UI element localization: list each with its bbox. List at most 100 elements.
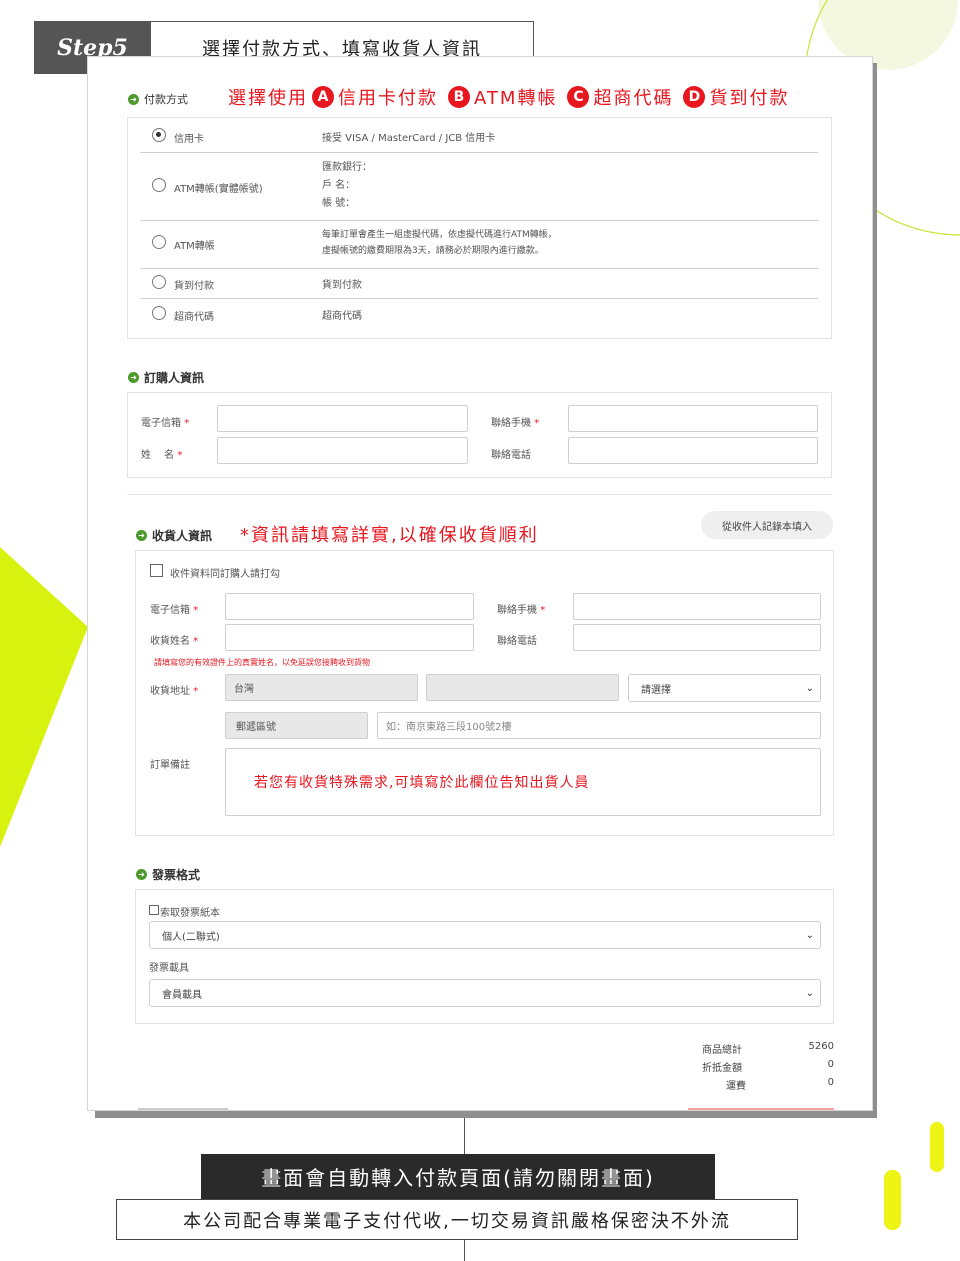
cutoff-total-fragment [688,1108,834,1110]
buyer-email-label: 電子信箱 * [141,418,190,429]
divider [140,152,818,153]
note-prefix: 選擇使用 [228,88,308,109]
option-desc: 貨到付款 [322,280,362,291]
receiver-name-input[interactable] [225,624,474,651]
chevron-down-icon: ⌄ [805,683,814,694]
radio-credit-card[interactable] [152,128,166,142]
summary-value: 0 [827,1077,834,1088]
zip-code-field[interactable]: 郵遞區號 [225,712,368,739]
payment-option-atm-real[interactable]: ATM轉帳(實體帳號) 匯款銀行： 戶 名： 帳 號： [140,159,818,219]
payment-section-title: ➜ 付款方式 [128,91,188,107]
invoice-carrier-select[interactable]: 會員載具 ⌄ [149,979,821,1007]
paper-invoice-checkbox[interactable] [149,905,159,915]
option-desc: 接受 VISA / MasterCard / JCB 信用卡 [322,133,496,144]
district-select-value: 請選擇 [641,684,671,696]
receiver-title-text: 收貨人資訊 [152,529,213,543]
decor-pill-top [930,1122,944,1172]
option-label: ATM轉帳(實體帳號) [174,184,263,195]
option-desc: 超商代碼 [322,311,362,322]
city-field[interactable] [426,674,619,701]
buyer-name-input[interactable] [217,437,468,464]
receiver-phone-input[interactable] [573,624,821,651]
arrow-right-icon: ➜ [128,93,139,105]
invoice-type-value: 個人(二聯式) [162,931,220,943]
payment-option-atm-virtual[interactable]: ATM轉帳 每筆訂單會產生一組虛擬代碼，依虛擬代碼進行ATM轉帳， 虛擬帳號的繳… [140,227,818,267]
payment-option-credit[interactable]: 信用卡 接受 VISA / MasterCard / JCB 信用卡 [140,127,818,153]
payment-title-text: 付款方式 [144,93,188,106]
summary-label: 商品總計 [702,1045,742,1056]
payment-option-cod[interactable]: 貨到付款 貨到付款 [140,275,818,299]
divider [140,298,818,299]
cutoff-text-fragment [138,1108,228,1110]
badge-d-icon: D [683,86,706,108]
order-remark-textarea[interactable]: 若您有收貨特殊需求,可填寫於此欄位告知出貨人員 [225,748,821,816]
paper-invoice-label: 索取發票紙本 [160,908,220,919]
security-notice: 本公司配合專業電子支付代收,一切交易資訊嚴格保密決不外流 [116,1199,798,1240]
summary-label: 折抵金額 [702,1063,742,1074]
connector-line-top [464,1118,465,1154]
radio-atm-real[interactable] [152,178,166,192]
remark-note: 若您有收貨特殊需求,可填寫於此欄位告知出貨人員 [254,775,590,791]
option-label: 貨到付款 [174,281,214,292]
country-field[interactable]: 台灣 [225,674,418,701]
arrow-right-icon: ➜ [128,372,139,383]
divider [140,268,818,269]
checkout-screenshot: ➜ 付款方式 信用卡 接受 VISA / MasterCard / JCB 信用… [87,56,873,1111]
arrow-right-icon: ➜ [136,530,147,541]
connector-line-bottom [464,1240,465,1261]
note-atm: ATM轉帳 [474,88,558,109]
note-cod: 貨到付款 [709,88,790,109]
order-remark-label: 訂單備註 [150,760,190,771]
invoice-section-title: ➜ 發票格式 [136,866,200,883]
note-cvs: 超商代碼 [593,88,674,109]
receiver-note: *資訊請填寫詳實,以確保收貨順利 [240,525,539,546]
option-label: ATM轉帳 [174,241,215,252]
summary-value: 0 [827,1059,834,1070]
receiver-address-label: 收貨地址 * [150,686,199,697]
receiver-mobile-label: 聯絡手機 * [497,605,546,616]
invoice-type-select[interactable]: 個人(二聯式) ⌄ [149,921,821,949]
receiver-name-label: 收貨姓名 * [150,636,199,647]
invoice-carrier-value: 會員載具 [162,989,202,1001]
summary-label: 運費 [726,1081,746,1092]
receiver-email-label: 電子信箱 * [150,605,199,616]
chevron-down-icon: ⌄ [805,988,814,999]
receiver-email-input[interactable] [225,593,474,620]
buyer-phone-label: 聯絡電話 [491,450,531,461]
invoice-carrier-label: 發票載具 [149,963,189,974]
option-desc-line: 帳 號： [322,198,356,209]
radio-cash-on-delivery[interactable] [152,275,166,289]
buyer-email-input[interactable] [217,405,468,432]
fill-from-address-book-button[interactable]: 從收件人記錄本填入 [701,511,833,539]
option-label: 信用卡 [174,134,204,145]
decor-lime-triangle [0,547,88,847]
buyer-mobile-label: 聯絡手機 * [491,418,540,429]
option-desc-line: 戶 名： [322,180,356,191]
payment-methods-note: 選擇使用 A 信用卡付款 B ATM轉帳 C 超商代碼 D 貨到付款 [228,84,789,110]
section-divider [127,494,832,495]
district-select[interactable]: 請選擇 ⌄ [628,674,821,702]
summary-value: 5260 [808,1041,834,1052]
street-address-input[interactable]: 如：南京東路三段100號2樓 [377,712,821,739]
payment-option-cvs[interactable]: 超商代碼 超商代碼 [140,306,818,330]
receiver-mobile-input[interactable] [573,593,821,620]
arrow-right-icon: ➜ [136,869,147,880]
option-desc-line: 每筆訂單會產生一組虛擬代碼，依虛擬代碼進行ATM轉帳， [322,230,557,240]
same-as-buyer-checkbox[interactable] [150,564,163,577]
badge-b-icon: B [448,86,470,108]
option-desc-line: 匯款銀行： [322,162,372,173]
decor-pill-bottom [884,1170,901,1230]
divider [140,220,818,221]
badge-a-icon: A [312,86,334,108]
buyer-title-text: 訂購人資訊 [144,371,205,385]
radio-atm-virtual[interactable] [152,235,166,249]
buyer-name-label: 姓 名 * [141,450,183,461]
badge-c-icon: C [567,86,590,108]
receiver-section-title: ➜ 收貨人資訊 [136,527,212,544]
buyer-mobile-input[interactable] [568,405,818,432]
receiver-name-hint: 請填寫您的有效證件上的真實姓名，以免延誤您接聘收到貨物 [154,658,370,667]
note-credit-card: 信用卡付款 [338,88,438,109]
radio-convenience-store[interactable] [152,306,166,320]
buyer-phone-input[interactable] [568,437,818,464]
invoice-title-text: 發票格式 [152,868,201,882]
